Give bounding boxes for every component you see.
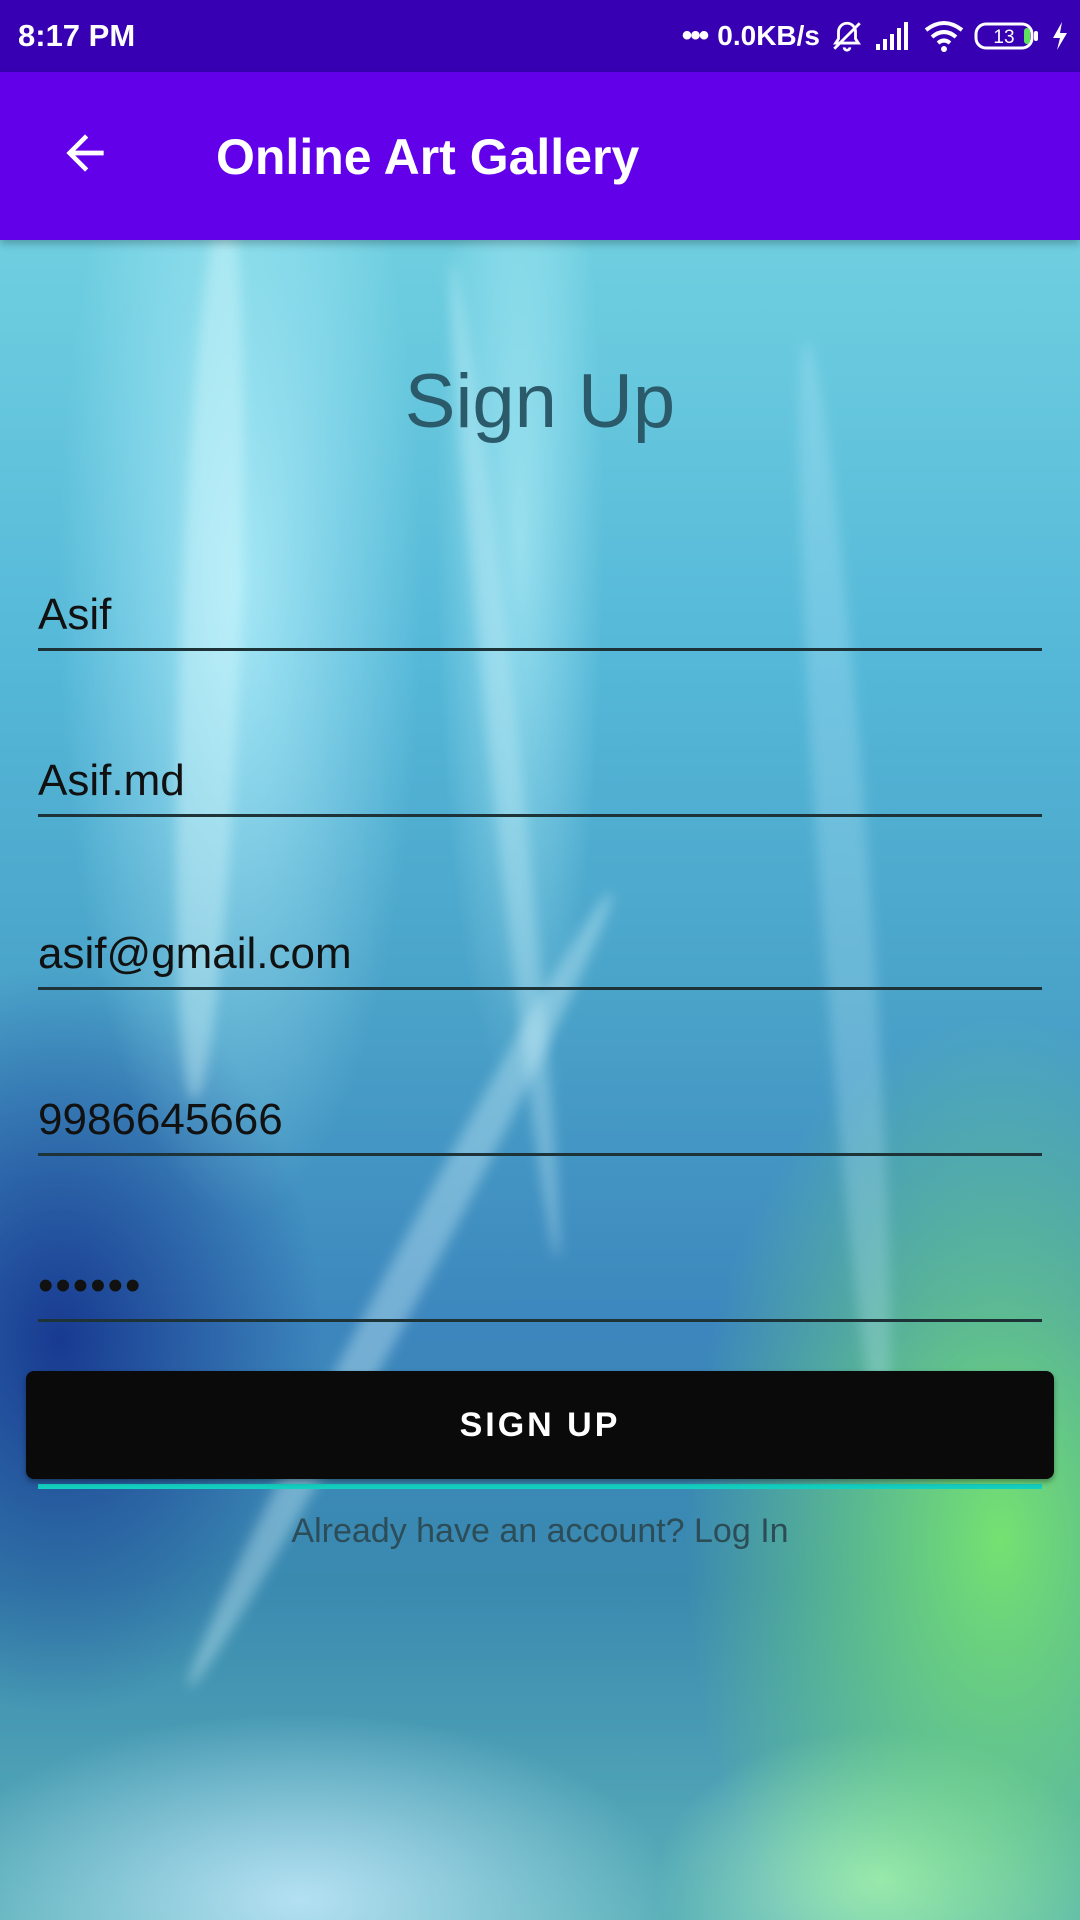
phone-input[interactable] [38, 1095, 1042, 1145]
page-title: Sign Up [404, 359, 676, 444]
mute-bell-icon [830, 19, 864, 53]
password-field[interactable] [38, 1249, 1042, 1322]
signal-icon [874, 20, 914, 52]
arrow-left-icon [57, 125, 113, 186]
name-input[interactable] [38, 590, 1042, 640]
signup-screen: Sign Up SIGN UP Already have an account?… [0, 240, 1080, 1920]
sign-up-button[interactable]: SIGN UP [26, 1371, 1054, 1479]
name-field[interactable] [38, 578, 1042, 651]
username-input[interactable] [38, 756, 1042, 806]
back-button[interactable] [40, 110, 130, 200]
status-time: 8:17 PM [18, 18, 136, 53]
network-speed: 0.0KB/s [717, 20, 820, 51]
svg-text:13: 13 [993, 27, 1014, 48]
email-input[interactable] [38, 929, 1042, 979]
app-bar: Online Art Gallery [0, 72, 1080, 240]
charging-icon [1050, 21, 1070, 51]
password-input[interactable] [38, 1261, 1042, 1311]
username-field[interactable] [38, 744, 1042, 817]
phone-field[interactable] [38, 1083, 1042, 1156]
status-icons: ••• 0.0KB/s 13 [682, 14, 1070, 58]
app-title: Online Art Gallery [216, 129, 640, 185]
login-link[interactable]: Already have an account? Log In [0, 1512, 1080, 1551]
status-dots: ••• [681, 19, 709, 52]
battery-icon: 13 [974, 21, 1040, 51]
email-field[interactable] [38, 917, 1042, 990]
status-bar: 8:17 PM ••• 0.0KB/s 13 [0, 0, 1080, 72]
wifi-icon [924, 20, 964, 52]
